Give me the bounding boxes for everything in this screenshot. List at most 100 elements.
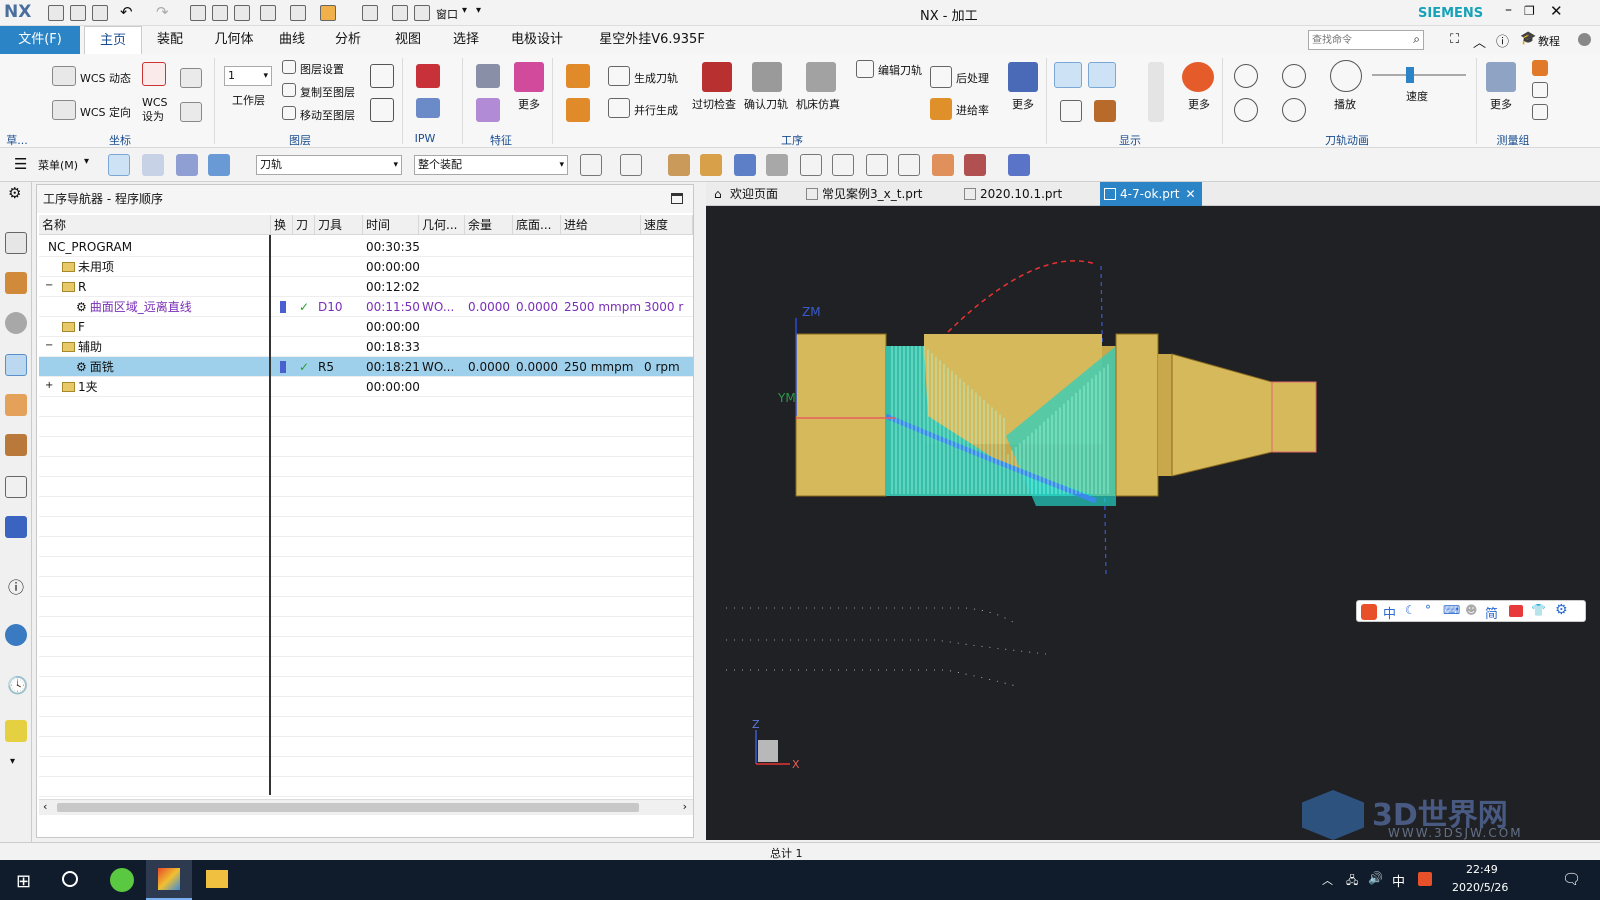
history-icon[interactable]: 🕓 <box>7 676 28 696</box>
snap-body-icon[interactable] <box>734 154 756 176</box>
constraint-navigator-icon[interactable] <box>5 272 27 294</box>
col-speed[interactable]: 速度 <box>641 215 693 235</box>
scroll-down-icon[interactable]: ▾ <box>10 756 15 767</box>
copy-to-layer-icon[interactable] <box>282 83 296 97</box>
save-as-icon[interactable] <box>70 5 86 21</box>
ipw-icon[interactable] <box>416 64 440 88</box>
reuse-library-icon[interactable] <box>5 476 27 498</box>
generate-toolpath-icon[interactable] <box>608 66 630 86</box>
tab-analysis[interactable]: 分析 <box>326 26 370 54</box>
snap-feature-icon[interactable] <box>700 154 722 176</box>
feature-machining-icon[interactable] <box>476 64 500 88</box>
ime-simplified[interactable]: 简 <box>1485 603 1498 622</box>
expand-icon[interactable]: + <box>45 380 53 391</box>
wcs-orient-button[interactable]: WCS 定向 <box>80 104 131 120</box>
gouge-check-icon[interactable] <box>702 62 732 92</box>
col-name[interactable]: 名称 <box>39 215 271 235</box>
create-operation-icon[interactable] <box>566 98 590 122</box>
measure-more-button[interactable]: 更多 <box>1490 96 1512 112</box>
method-view-icon[interactable] <box>208 154 230 176</box>
edit-toolpath-button[interactable]: 编辑刀轨 <box>878 62 922 78</box>
play-icon[interactable] <box>1330 60 1362 92</box>
program-order-view-icon[interactable] <box>108 154 130 176</box>
tab-file-1[interactable]: 常见案例3_x_t.prt <box>802 182 923 206</box>
touch-mode-icon[interactable] <box>320 5 336 21</box>
undo-icon[interactable]: ↶ <box>120 3 133 21</box>
ime-indicator[interactable]: 中 <box>1392 871 1405 890</box>
feature-navigator-icon[interactable] <box>5 434 27 456</box>
row-name-cell[interactable]: 辅助 <box>59 337 271 357</box>
skip-end-icon[interactable] <box>1282 98 1306 122</box>
ime-settings-icon[interactable]: ⚙ <box>1555 602 1568 618</box>
col-floor[interactable]: 底面... <box>513 215 561 235</box>
selection-scope-select[interactable]: 整个装配 ▾ <box>414 155 568 175</box>
tab-assembly[interactable]: 装配 <box>144 26 196 54</box>
measure-more-icon[interactable] <box>1486 62 1516 92</box>
wcs-display-icon[interactable] <box>180 102 202 122</box>
file-menu[interactable]: 文件(F) <box>0 26 80 54</box>
col-tool[interactable]: 刀具 <box>315 215 363 235</box>
measure-ruler-icon[interactable] <box>800 154 822 176</box>
clock-time[interactable]: 22:49 <box>1466 863 1498 876</box>
close-icon[interactable]: ✕ <box>1550 2 1563 20</box>
repeat-command-icon[interactable] <box>260 5 276 21</box>
move-to-layer-icon[interactable] <box>282 106 296 120</box>
volume-icon[interactable]: 🔊 <box>1368 871 1383 885</box>
snap-view-icon[interactable] <box>1008 154 1030 176</box>
help-icon[interactable]: ⓘ <box>1496 31 1509 50</box>
skip-start-icon[interactable] <box>1234 98 1258 122</box>
redo-icon[interactable]: ↷ <box>156 3 169 21</box>
window-menu[interactable]: 窗口 <box>436 6 458 22</box>
display-more-icon[interactable] <box>1182 62 1214 92</box>
tab-file-2[interactable]: 2020.10.1.prt <box>960 182 1062 206</box>
row-name-cell[interactable]: 未用项 <box>59 257 271 277</box>
program-row[interactable]: F 00:00:00 <box>39 317 693 337</box>
tab-home[interactable]: 主页 <box>84 26 142 54</box>
display-more-button[interactable]: 更多 <box>1188 96 1210 112</box>
move-to-layer-button[interactable]: 移动至图层 <box>300 107 355 123</box>
fullscreen-icon[interactable]: ⛶ <box>1450 32 1459 47</box>
tab-view[interactable]: 视图 <box>386 26 430 54</box>
display-order-icon[interactable] <box>1060 100 1082 122</box>
operation-row[interactable]: ⚙ 面铣 ✓ R5 00:18:21 WO... 0.0000 0.0000 250 mmpm 0… <box>39 357 693 377</box>
parallel-generate-icon[interactable] <box>608 98 630 118</box>
program-row[interactable]: R 00:12:02 <box>39 277 693 297</box>
feed-rate-icon[interactable] <box>930 98 952 120</box>
gouge-check-button[interactable]: 过切检查 <box>692 96 736 112</box>
row-name-cell[interactable]: R <box>59 277 271 297</box>
skin-icon[interactable]: 👕 <box>1531 603 1546 617</box>
network-icon[interactable]: 🖧 <box>1346 872 1358 891</box>
tab-welcome[interactable]: ⌂ 欢迎页面 <box>710 182 778 206</box>
row-name-cell[interactable]: F <box>59 317 271 337</box>
machine-tool-view-icon[interactable] <box>142 154 164 176</box>
layer-settings-button[interactable]: 图层设置 <box>300 61 344 77</box>
measure-body-icon[interactable] <box>1532 104 1548 120</box>
display-ipw-icon[interactable] <box>1088 62 1116 88</box>
palette-icon[interactable] <box>5 720 27 742</box>
wcs-save-icon[interactable] <box>180 68 202 88</box>
clear-filter-icon[interactable] <box>620 154 642 176</box>
punctuation-icon[interactable]: ° <box>1425 603 1431 617</box>
windows-start-icon[interactable]: ⊞ <box>16 871 31 892</box>
display-arrows-icon[interactable] <box>1148 62 1164 122</box>
work-layer-select[interactable]: 1 ▾ <box>224 66 272 86</box>
gear-icon[interactable]: ⚙ <box>8 184 21 202</box>
geometry-view-icon[interactable] <box>176 154 198 176</box>
row-name-cell[interactable]: 1夹 <box>59 377 271 397</box>
notification-icon[interactable]: 🗨 <box>1562 870 1581 888</box>
browser-app-icon[interactable] <box>110 868 134 892</box>
wcs-set-button[interactable]: WCS 设为 <box>142 96 168 124</box>
hd3d-tools-icon[interactable] <box>5 516 27 538</box>
info-icon[interactable]: ⓘ <box>8 574 24 598</box>
scroll-right-icon[interactable]: › <box>683 800 687 813</box>
col-geometry[interactable]: 几何... <box>419 215 465 235</box>
pause-icon[interactable] <box>1282 64 1306 88</box>
window-menu-chevron-icon[interactable]: ▾ <box>462 5 467 16</box>
tab-plugin[interactable]: 星空外挂V6.935F <box>592 26 712 54</box>
generate-toolpath-button[interactable]: 生成刀轨 <box>634 70 678 86</box>
search-icon[interactable]: ⌕ <box>1413 32 1420 47</box>
tab-selection[interactable]: 选择 <box>444 26 488 54</box>
paste-icon[interactable] <box>234 5 250 21</box>
switch-window-icon[interactable] <box>362 5 378 21</box>
moon-icon[interactable]: ☾ <box>1405 603 1416 617</box>
